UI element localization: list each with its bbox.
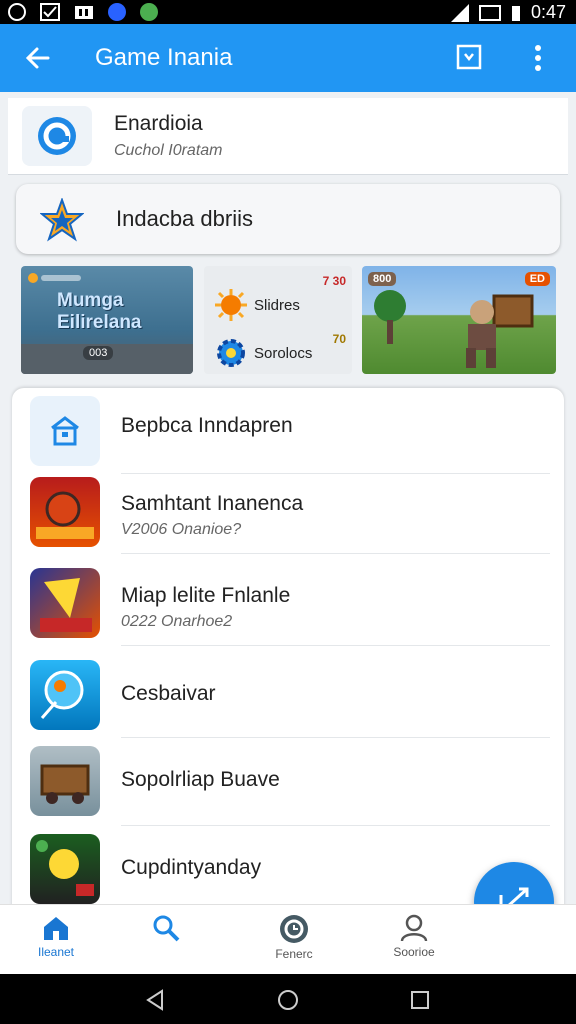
app-status-icon <box>108 3 126 21</box>
home-icon <box>44 917 68 940</box>
list-item-title: Cupdintyanday <box>121 856 262 879</box>
account-subtitle: Cuchol I0ratam <box>114 142 223 159</box>
game-tile-1-title: Mumga Eilirelana <box>57 290 142 333</box>
nav-search[interactable] <box>116 913 216 945</box>
sun-icon <box>215 289 247 321</box>
game-thumb-2 <box>30 568 100 638</box>
nav-home[interactable]: Ileanet <box>6 913 106 959</box>
back-arrow-icon[interactable] <box>22 42 54 74</box>
bookmark-box-icon[interactable] <box>456 44 482 70</box>
tree-icon <box>374 290 406 344</box>
account-icon <box>22 106 92 166</box>
game-tile-2-row-1: Slidres <box>214 288 300 322</box>
game-thumb-3 <box>30 660 100 730</box>
game-tiles: Mumga Eilirelana 003 Slidres Sorolocs 7 … <box>0 264 576 378</box>
back-triangle-icon[interactable] <box>144 989 166 1011</box>
signal-icon <box>450 3 469 22</box>
gear-icon <box>217 339 245 367</box>
account-row[interactable]: Enardioia Cuchol I0ratam <box>8 98 568 175</box>
bottom-nav: Ileanet Fenerc Soorioe <box>0 904 576 975</box>
game-tile-2-num-2: 70 <box>332 332 346 346</box>
location-status-icon <box>8 3 26 21</box>
game-thumb-1 <box>30 477 100 547</box>
game-tile-3-badge-right: ED <box>524 272 550 286</box>
nav-profile-label: Soorioe <box>393 945 435 959</box>
featured-card[interactable]: Indacba dbriis <box>16 184 560 254</box>
warrior-character-icon <box>466 294 534 368</box>
game-tile-1-stat: 003 <box>83 346 114 360</box>
nav-history[interactable]: Fenerc <box>244 913 344 961</box>
account-name: Enardioia <box>114 112 203 135</box>
list-header[interactable]: Bepbca Inndapren <box>12 388 564 474</box>
divider <box>121 737 550 738</box>
list-item[interactable]: Sopolrliap Buave <box>12 740 564 826</box>
list-item[interactable]: Samhtant Inanenca V2006 Onanioe? <box>12 468 564 554</box>
nav-history-label: Fenerc <box>275 947 313 961</box>
media-status-icon <box>75 6 93 19</box>
list-item[interactable]: Cesbaivar <box>12 652 564 738</box>
star-icon <box>40 198 84 242</box>
nav-home-label: Ileanet <box>37 945 75 959</box>
system-nav-bar <box>0 974 576 1024</box>
game-tile-3[interactable]: 800 ED <box>362 266 556 374</box>
list-item-subtitle: V2006 Onanioe? <box>121 521 242 538</box>
home-circle-icon[interactable] <box>277 989 299 1011</box>
divider <box>121 645 550 646</box>
list-item-title: Samhtant Inanenca <box>121 492 304 515</box>
status-bar: 0:47 <box>0 0 576 24</box>
history-icon <box>280 915 308 943</box>
coin-icon <box>28 273 81 283</box>
list-item-title: Miap lelite Fnlanle <box>121 584 291 607</box>
store-icon <box>30 396 100 466</box>
page-title: Game Inania <box>95 44 233 71</box>
game-thumb-5 <box>30 834 100 904</box>
profile-icon <box>400 914 428 942</box>
list-item-title: Cesbaivar <box>121 682 216 705</box>
game-status-icon <box>140 3 158 21</box>
nav-profile[interactable]: Soorioe <box>364 913 464 959</box>
list-header-label: Bepbca Inndapren <box>121 414 293 437</box>
app-bar: Game Inania <box>0 24 576 92</box>
divider <box>121 553 550 554</box>
game-tile-2[interactable]: Slidres Sorolocs 7 30 70 <box>204 266 352 374</box>
more-options-icon[interactable] <box>526 42 550 74</box>
game-tile-3-badge-left: 800 <box>368 272 397 286</box>
list-item[interactable]: Miap lelite Fnlanle 0222 Onarhoe2 <box>12 560 564 646</box>
status-time: 0:47 <box>530 2 566 22</box>
featured-label: Indacba dbriis <box>116 206 253 231</box>
check-status-icon <box>40 3 60 21</box>
game-tile-2-row-2: Sorolocs <box>214 336 312 370</box>
search-icon <box>153 915 180 942</box>
network-icon <box>478 4 501 21</box>
game-thumb-4 <box>30 746 100 816</box>
game-tile-2-num-1: 7 30 <box>322 274 346 288</box>
list-item-title: Sopolrliap Buave <box>121 768 280 791</box>
game-tile-1[interactable]: Mumga Eilirelana 003 <box>21 266 193 374</box>
game-list: Bepbca Inndapren Samhtant Inanenca V2006… <box>12 388 564 948</box>
list-item-subtitle: 0222 Onarhoe2 <box>121 613 233 630</box>
battery-icon <box>511 5 520 21</box>
recents-square-icon[interactable] <box>410 990 430 1010</box>
